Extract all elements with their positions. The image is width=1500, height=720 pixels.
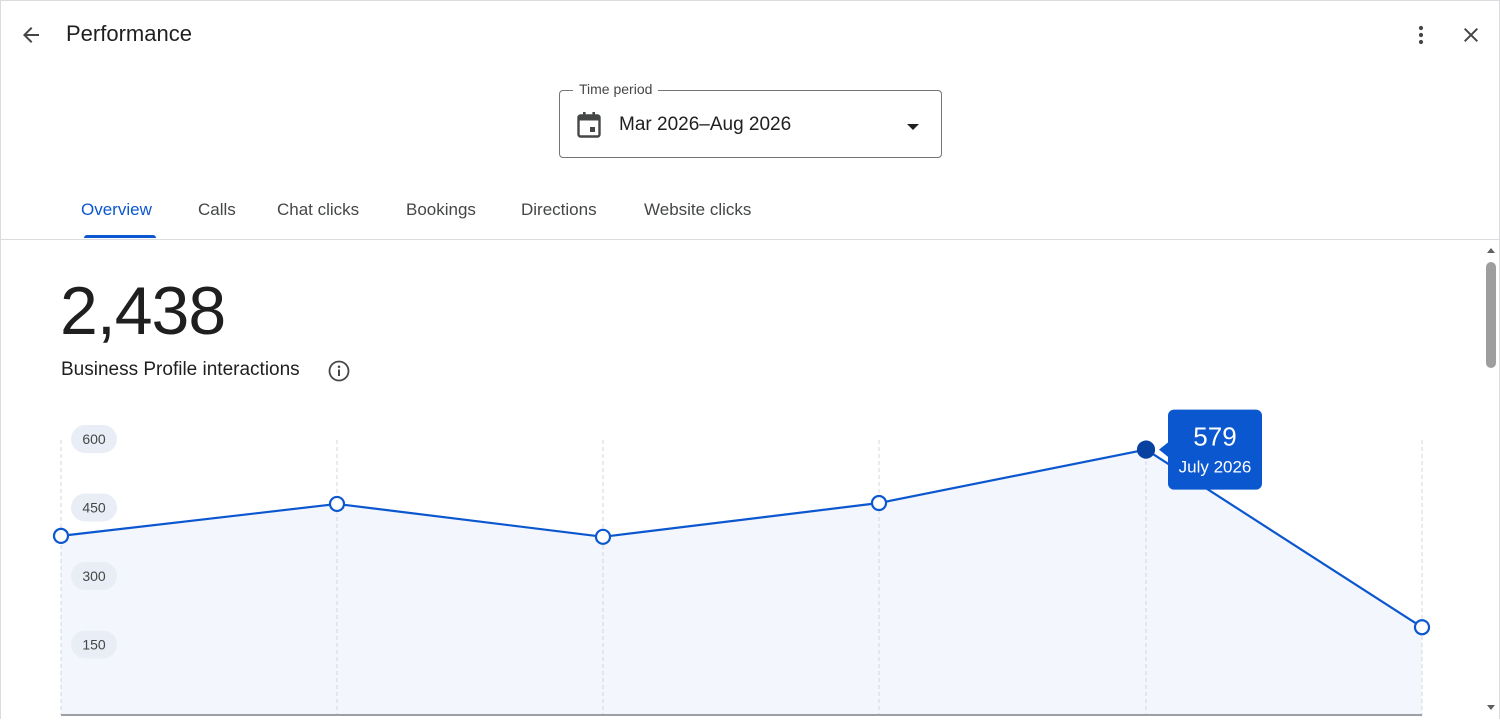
- scroll-up-icon[interactable]: [1486, 246, 1496, 254]
- tooltip-date: July 2026: [1179, 458, 1252, 477]
- more-vert-icon[interactable]: [1404, 18, 1438, 52]
- time-period-label: Time period: [573, 81, 659, 97]
- scroll-thumb[interactable]: [1486, 262, 1496, 368]
- tooltip-value: 579: [1193, 422, 1236, 452]
- tooltip-pointer: [1159, 441, 1169, 458]
- tab-calls[interactable]: Calls: [198, 200, 236, 220]
- data-point-jun-2026[interactable]: [870, 494, 888, 512]
- metric-label: Business Profile interactions: [61, 359, 300, 381]
- tab-bookings[interactable]: Bookings: [406, 200, 476, 220]
- y-tick-150: 150: [82, 637, 106, 653]
- dropdown-arrow-icon: [905, 119, 921, 137]
- tab-website-clicks[interactable]: Website clicks: [644, 200, 751, 220]
- data-point-aug-2026[interactable]: [1413, 619, 1431, 636]
- interactions-line-chart: 600 450 300 150 579 July 2026: [52, 409, 1431, 716]
- data-point-mar-2026[interactable]: [52, 527, 70, 544]
- scroll-down-icon[interactable]: [1486, 704, 1496, 712]
- info-icon[interactable]: [327, 359, 351, 383]
- close-icon[interactable]: [1454, 18, 1488, 52]
- tab-overview[interactable]: Overview: [81, 200, 152, 220]
- time-period-select[interactable]: Time period Mar 2026–Aug 2026: [559, 81, 942, 158]
- y-tick-300: 300: [82, 568, 106, 584]
- tab-chat-clicks[interactable]: Chat clicks: [277, 200, 359, 220]
- page-title: Performance: [66, 21, 192, 46]
- data-point-may-2026[interactable]: [594, 528, 612, 545]
- arrow-back-icon[interactable]: [14, 18, 48, 52]
- active-tab-indicator: [84, 235, 156, 238]
- data-point-july-2026[interactable]: [1136, 440, 1156, 459]
- tab-directions[interactable]: Directions: [521, 200, 597, 220]
- total-interactions-value: 2,438: [60, 273, 226, 349]
- metric-label-text: Business Profile interactions: [61, 359, 300, 380]
- y-tick-600: 600: [82, 431, 106, 447]
- time-period-value: Mar 2026–Aug 2026: [619, 114, 792, 135]
- tab-bar: Overview Calls Chat clicks Bookings Dire…: [0, 188, 1500, 240]
- y-tick-450: 450: [82, 500, 106, 516]
- data-point-apr-2026[interactable]: [328, 495, 346, 513]
- scrollbar[interactable]: [1484, 240, 1498, 720]
- calendar-icon: [576, 111, 602, 144]
